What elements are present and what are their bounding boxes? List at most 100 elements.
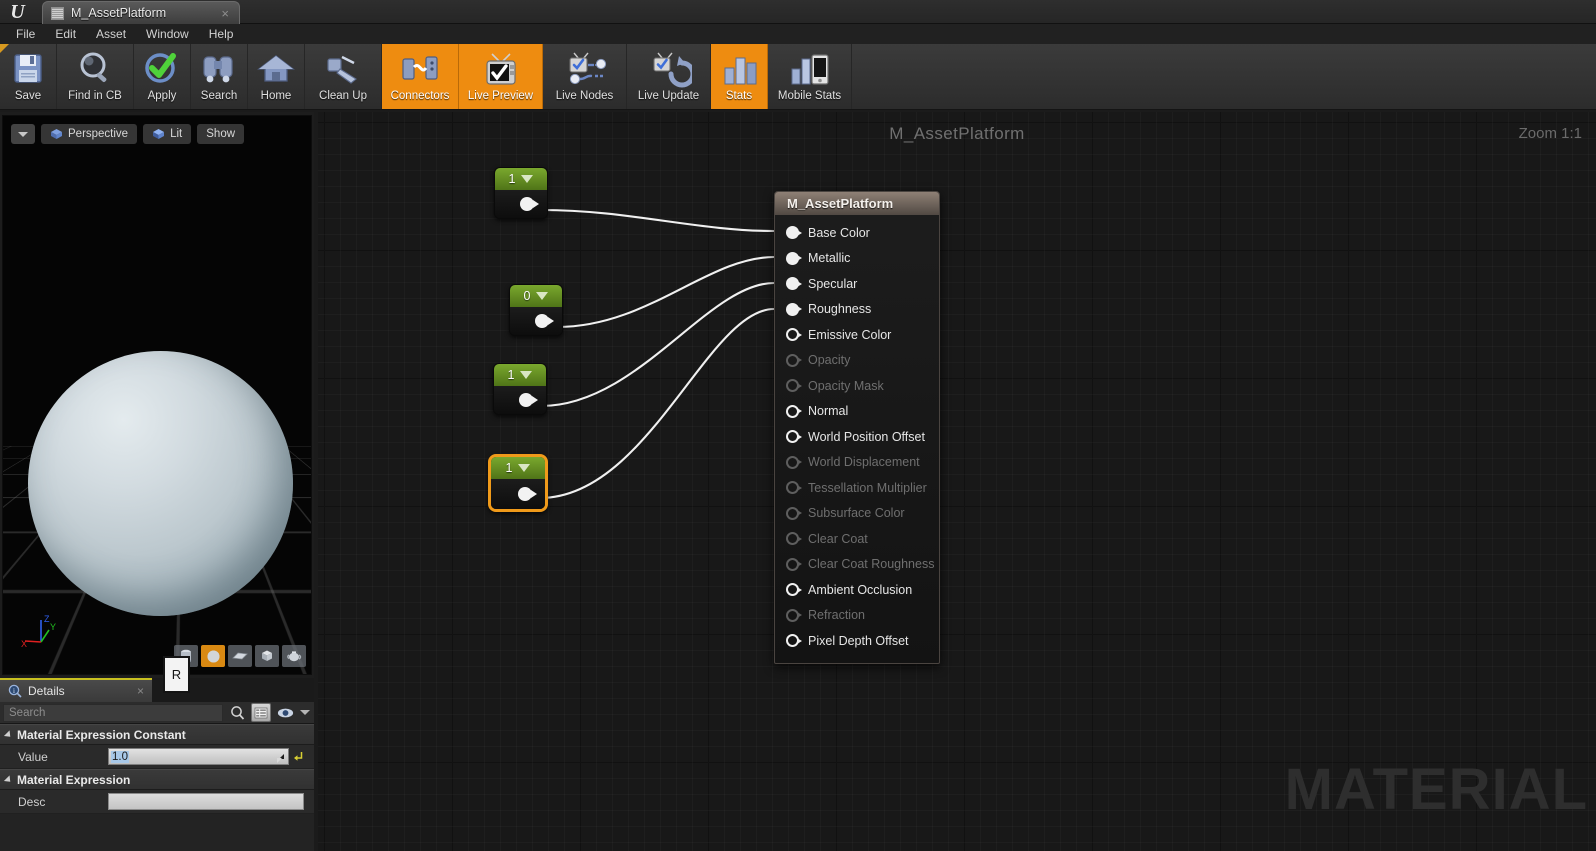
- find-in-cb-button[interactable]: Find in CB: [57, 44, 134, 109]
- material-input-pin-row[interactable]: Clear Coat Roughness: [775, 552, 939, 578]
- apply-button[interactable]: Apply: [134, 44, 191, 109]
- material-input-pin-row[interactable]: Subsurface Color: [775, 501, 939, 527]
- value-number-input[interactable]: 1.0: [108, 748, 289, 765]
- menu-item-file[interactable]: File: [6, 25, 45, 43]
- close-icon[interactable]: ×: [219, 6, 231, 21]
- tab-details[interactable]: i Details ×: [0, 678, 152, 702]
- pin-unconnected-icon[interactable]: [786, 481, 802, 495]
- desc-text-input[interactable]: [108, 793, 304, 810]
- viewport-options-button[interactable]: [11, 124, 35, 144]
- constant-node[interactable]: 1: [493, 363, 547, 415]
- asset-tab[interactable]: M_AssetPlatform ×: [42, 1, 240, 24]
- pin-unconnected-icon[interactable]: [786, 455, 802, 469]
- pin-arrow: [797, 484, 802, 491]
- constant-node-selected[interactable]: 1: [488, 454, 548, 512]
- pin-connected-icon[interactable]: [786, 251, 802, 265]
- material-input-pin-row[interactable]: Ambient Occlusion: [775, 577, 939, 603]
- output-pin[interactable]: [535, 314, 554, 328]
- material-input-pin-row[interactable]: Clear Coat: [775, 526, 939, 552]
- caret-down-icon[interactable]: [520, 371, 533, 379]
- material-input-pin-row[interactable]: Tessellation Multiplier: [775, 475, 939, 501]
- live-nodes-label: Live Nodes: [555, 90, 614, 102]
- stats-button[interactable]: Stats: [711, 44, 768, 109]
- constant-node[interactable]: 1: [494, 167, 548, 219]
- live-update-button[interactable]: Live Update: [627, 44, 711, 109]
- search-input[interactable]: [3, 703, 223, 722]
- material-input-pin-row[interactable]: Metallic: [775, 246, 939, 272]
- pin-unconnected-icon[interactable]: [786, 353, 802, 367]
- clean-up-button[interactable]: Clean Up: [305, 44, 382, 109]
- pin-connected-icon[interactable]: [786, 226, 802, 240]
- view-mode-button[interactable]: Perspective: [41, 124, 138, 144]
- pin-unconnected-icon[interactable]: [786, 328, 802, 342]
- constant-node-header[interactable]: 1: [491, 457, 545, 479]
- material-input-pin-label: Opacity: [808, 353, 851, 368]
- spinner-icon[interactable]: [276, 751, 285, 763]
- cube-shape-button[interactable]: [255, 645, 279, 667]
- material-input-pin-row[interactable]: World Position Offset: [775, 424, 939, 450]
- material-output-node[interactable]: M_AssetPlatform Base Color Metallic Specul…: [774, 191, 940, 664]
- eye-icon[interactable]: [274, 703, 296, 722]
- clean-up-label: Clean Up: [319, 90, 367, 102]
- material-input-pin-row[interactable]: Normal: [775, 399, 939, 425]
- pin-unconnected-icon[interactable]: [786, 583, 802, 597]
- output-pin[interactable]: [518, 487, 537, 501]
- pin-unconnected-icon[interactable]: [786, 379, 802, 393]
- material-input-pin-row[interactable]: Refraction: [775, 603, 939, 629]
- bar-chart-icon: [716, 49, 762, 89]
- category-material-expression-constant[interactable]: Material Expression Constant: [0, 724, 314, 745]
- material-node-header[interactable]: M_AssetPlatform: [775, 192, 939, 215]
- output-pin[interactable]: [520, 197, 539, 211]
- grid-view-icon[interactable]: [251, 703, 271, 722]
- menu-item-asset[interactable]: Asset: [86, 25, 136, 43]
- material-input-pin-row[interactable]: Base Color: [775, 220, 939, 246]
- sphere-shape-button[interactable]: [201, 645, 225, 667]
- category-material-expression[interactable]: Material Expression: [0, 769, 314, 790]
- caret-down-icon[interactable]: [536, 292, 549, 300]
- constant-node-header[interactable]: 1: [495, 168, 547, 190]
- material-preview-viewport[interactable]: Perspective Lit Show Z Y X: [2, 115, 312, 675]
- save-button[interactable]: Save: [0, 44, 57, 109]
- pin-unconnected-icon[interactable]: [786, 404, 802, 418]
- live-nodes-button[interactable]: Live Nodes: [543, 44, 627, 109]
- show-menu-button[interactable]: Show: [197, 124, 245, 144]
- revert-arrow-icon[interactable]: [293, 750, 304, 763]
- home-button[interactable]: Home: [248, 44, 305, 109]
- menu-item-help[interactable]: Help: [199, 25, 244, 43]
- graph-zoom-level: Zoom 1:1: [1518, 125, 1582, 142]
- pin-unconnected-icon[interactable]: [786, 557, 802, 571]
- pin-connected-icon[interactable]: [786, 302, 802, 316]
- pin-connected-icon[interactable]: [786, 277, 802, 291]
- close-icon[interactable]: ×: [137, 684, 144, 698]
- lighting-mode-button[interactable]: Lit: [143, 124, 192, 144]
- menu-item-window[interactable]: Window: [136, 25, 199, 43]
- caret-down-icon[interactable]: [299, 703, 311, 722]
- material-input-pin-row[interactable]: Pixel Depth Offset: [775, 628, 939, 654]
- pin-unconnected-icon[interactable]: [786, 532, 802, 546]
- material-input-pin-row[interactable]: Roughness: [775, 297, 939, 323]
- material-input-pin-row[interactable]: World Displacement: [775, 450, 939, 476]
- search-icon[interactable]: [226, 703, 248, 722]
- pin-unconnected-icon[interactable]: [786, 634, 802, 648]
- caret-down-icon[interactable]: [521, 175, 534, 183]
- constant-node-header[interactable]: 1: [494, 364, 546, 386]
- material-input-pin-row[interactable]: Specular: [775, 271, 939, 297]
- teapot-shape-button[interactable]: [282, 645, 306, 667]
- material-input-pin-row[interactable]: Opacity: [775, 348, 939, 374]
- pin-unconnected-icon[interactable]: [786, 506, 802, 520]
- menu-item-edit[interactable]: Edit: [45, 25, 86, 43]
- connectors-button[interactable]: Connectors: [382, 44, 459, 109]
- material-input-pin-row[interactable]: Opacity Mask: [775, 373, 939, 399]
- search-button[interactable]: Search: [191, 44, 248, 109]
- pin-unconnected-icon[interactable]: [786, 430, 802, 444]
- live-preview-button[interactable]: Live Preview: [459, 44, 543, 109]
- material-graph-editor[interactable]: M_AssetPlatform Zoom 1:1 MATERIAL 1 0 1 …: [318, 112, 1596, 851]
- constant-node-header[interactable]: 0: [510, 285, 562, 307]
- pin-unconnected-icon[interactable]: [786, 608, 802, 622]
- mobile-stats-button[interactable]: Mobile Stats: [768, 44, 852, 109]
- plane-shape-button[interactable]: [228, 645, 252, 667]
- constant-node[interactable]: 0: [509, 284, 563, 336]
- output-pin[interactable]: [519, 393, 538, 407]
- caret-down-icon[interactable]: [518, 464, 531, 472]
- material-input-pin-row[interactable]: Emissive Color: [775, 322, 939, 348]
